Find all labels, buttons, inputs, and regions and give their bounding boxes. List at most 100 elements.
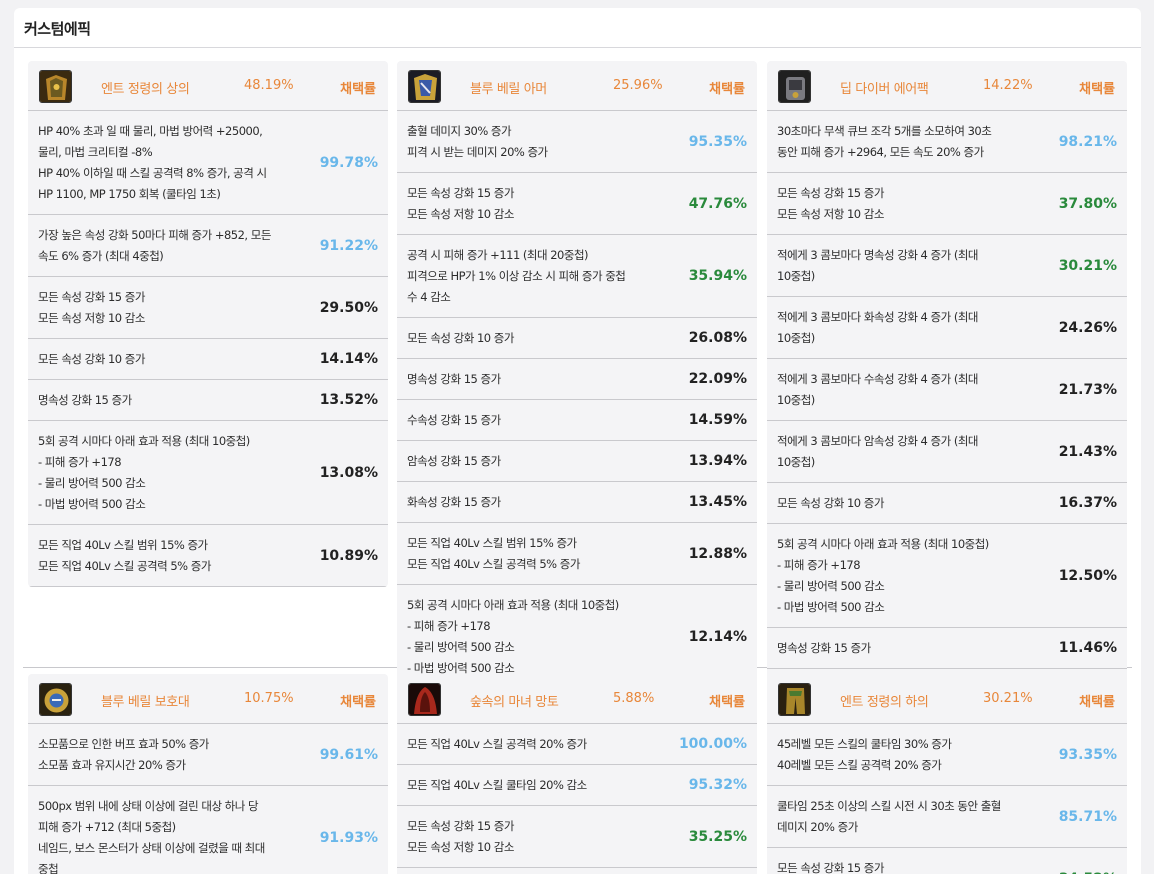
- option-line: 적에게 3 콤보마다 화속성 강화 4 증가 (최대: [777, 310, 979, 324]
- option-row: 적에게 3 콤보마다 명속성 강화 4 증가 (최대 10중첩) 30.21%: [767, 235, 1127, 297]
- option-line: 쿨타임 25초 이상의 스킬 시전 시 30초 동안 출혈: [777, 799, 1001, 813]
- option-list: 모든 직업 40Lv 스킬 공격력 20% 증가 100.00% 모든 직업 40L…: [397, 724, 757, 874]
- option-line: 데미지 20% 증가: [777, 820, 858, 834]
- option-line: 5회 공격 시마다 아래 효과 적용 (최대 10중첩): [407, 598, 619, 612]
- option-text: 모든 속성 강화 10 증가: [407, 328, 672, 349]
- pick-label: 채택률: [1079, 82, 1115, 97]
- option-text: 모든 속성 강화 10 증가: [38, 349, 303, 370]
- item-rate: 14.22%: [983, 78, 1033, 93]
- item-name[interactable]: 엔트 정령의 하의: [840, 691, 929, 710]
- item-card-forest-witch-cloak: 숲속의 마녀 망토 5.88% 채택률 모든 직업 40Lv 스킬 공격력 20…: [397, 674, 757, 874]
- card-header: 엔트 정령의 하의 30.21% 채택률: [767, 674, 1127, 724]
- option-text: 쿨타임 25초 이상의 스킬 시전 시 30초 동안 출혈데미지 20% 증가: [777, 796, 1042, 838]
- option-text: 소모품으로 인한 버프 효과 50% 증가 소모품 효과 유지시간 20% 증가: [38, 734, 303, 776]
- option-line: 모든 직업 40Lv 스킬 범위 15% 증가: [38, 538, 208, 552]
- option-line: 모든 속성 강화 15 증가: [38, 290, 145, 304]
- card-header: 딥 다이버 에어팩 14.22% 채택률: [767, 61, 1127, 111]
- option-line: - 물리 방어력 500 감소: [777, 579, 885, 593]
- option-pick-rate: 99.61%: [319, 746, 378, 763]
- option-line: 모든 속성 저항 10 감소: [407, 840, 514, 854]
- option-row: 45레벨 모든 스킬의 쿨타임 30% 증가 40레벨 모든 스킬 공격력 20%…: [767, 724, 1127, 786]
- option-line: 모든 직업 40Lv 스킬 쿨타임 20% 감소: [407, 778, 587, 792]
- option-text: 모든 직업 40Lv 스킬 범위 15% 증가 모든 직업 40Lv 스킬 공격력…: [407, 533, 672, 575]
- option-line: 45레벨 모든 스킬의 쿨타임 30% 증가: [777, 737, 952, 751]
- option-pick-rate: 12.50%: [1058, 567, 1117, 584]
- option-text: 가장 높은 속성 강화 50마다 피해 증가 +852, 모든 속도 6% 증가 …: [38, 225, 303, 267]
- option-line: 모든 속성 강화 15 증가: [407, 819, 514, 833]
- pick-label: 채택률: [709, 82, 745, 97]
- item-card-blue-beryl-armor: 블루 베릴 아머 25.96% 채택률 출혈 데미지 30% 증가 피격 시 받는…: [397, 61, 757, 689]
- option-text: 30초마다 무색 큐브 조각 5개를 소모하여 30초 동안 피해 증가 +296…: [777, 121, 1042, 163]
- option-row: 적에게 3 콤보마다 암속성 강화 4 증가 (최대 10중첩) 21.43%: [767, 421, 1127, 483]
- option-row: 적에게 3 콤보마다 수속성 강화 4 증가 (최대 10중첩) 21.73%: [767, 359, 1127, 421]
- option-row: 암속성 강화 15 증가 13.94%: [397, 441, 757, 482]
- item-name[interactable]: 블루 베릴 아머: [470, 78, 547, 97]
- option-line: 피격으로 HP가 1% 이상 감소 시 피해 증가 중첩: [407, 269, 626, 283]
- option-line: 5회 공격 시마다 아래 효과 적용 (최대 10중첩): [777, 537, 989, 551]
- option-pick-rate: 98.21%: [1058, 133, 1117, 150]
- option-line: 모든 속성 강화 15 증가: [407, 186, 514, 200]
- item-rate: 10.75%: [244, 691, 294, 706]
- option-line: 암속성 강화 15 증가: [407, 454, 501, 468]
- item-card-blue-beryl-bracer: 블루 베릴 보호대 10.75% 채택률 소모품으로 인한 버프 효과 50% …: [28, 674, 388, 874]
- option-pick-rate: 11.46%: [1058, 640, 1117, 656]
- option-list: 출혈 데미지 30% 증가 피격 시 받는 데미지 20% 증가 95.35% 모든 …: [397, 111, 757, 689]
- option-row: 10회 공격 시마다 무력화 게이지 감소량 10% 증가: [397, 868, 757, 874]
- option-line: 가장 높은 속성 강화 50마다 피해 증가 +852, 모든: [38, 228, 271, 242]
- option-line: 40레벨 모든 스킬 공격력 20% 증가: [777, 758, 942, 772]
- option-line: 동안 피해 증가 +2964, 모든 속도 20% 증가: [777, 145, 984, 159]
- item-name[interactable]: 블루 베릴 보호대: [101, 691, 190, 710]
- option-line: - 피해 증가 +178: [38, 455, 122, 469]
- option-pick-rate: 21.43%: [1058, 443, 1117, 460]
- option-line: 모든 속성 강화 15 증가: [777, 861, 884, 874]
- option-pick-rate: 13.08%: [319, 464, 378, 481]
- item-name[interactable]: 엔트 정령의 상의: [101, 78, 190, 97]
- option-pick-rate: 13.94%: [688, 453, 747, 469]
- option-list: 45레벨 모든 스킬의 쿨타임 30% 증가 40레벨 모든 스킬 공격력 20%…: [767, 724, 1127, 874]
- option-row: 모든 속성 강화 15 증가 모든 속성 저항 10 감소 37.80%: [767, 173, 1127, 235]
- option-pick-rate: 29.50%: [319, 299, 378, 316]
- card-header: 블루 베릴 보호대 10.75% 채택률: [28, 674, 388, 724]
- option-line: 명속성 강화 15 증가: [407, 372, 501, 386]
- option-list: 30초마다 무색 큐브 조각 5개를 소모하여 30초 동안 피해 증가 +296…: [767, 111, 1127, 710]
- card-header: 숲속의 마녀 망토 5.88% 채택률: [397, 674, 757, 724]
- option-line: 네임드, 보스 몬스터가 상태 이상에 걸렸을 때 최대: [38, 841, 265, 855]
- option-line: 모든 속성 강화 10 증가: [38, 352, 145, 366]
- option-pick-rate: 37.80%: [1058, 195, 1117, 212]
- option-line: 적에게 3 콤보마다 암속성 강화 4 증가 (최대: [777, 434, 979, 448]
- option-line: 명속성 강화 15 증가: [38, 393, 132, 407]
- option-line: 10중첩): [777, 393, 815, 407]
- option-pick-rate: 35.94%: [688, 268, 747, 284]
- option-line: 10중첩): [777, 269, 815, 283]
- option-row: 모든 직업 40Lv 스킬 범위 15% 증가 모든 직업 40Lv 스킬 공격력…: [397, 523, 757, 585]
- item-name[interactable]: 숲속의 마녀 망토: [470, 691, 559, 710]
- pick-label: 채택률: [1079, 695, 1115, 710]
- title-divider: [14, 47, 1141, 48]
- option-pick-rate: 13.45%: [688, 494, 747, 510]
- option-pick-rate: 91.93%: [319, 829, 378, 846]
- ent-spirit-top-icon: [39, 70, 72, 103]
- option-line: 공격 시 피해 증가 +111 (최대 20중첩): [407, 248, 589, 262]
- option-pick-rate: 100.00%: [678, 736, 747, 752]
- option-text: 모든 속성 강화 15 증가모든 속성 저항 10 감소: [38, 287, 303, 329]
- pick-label: 채택률: [340, 82, 376, 97]
- option-text: 적에게 3 콤보마다 명속성 강화 4 증가 (최대 10중첩): [777, 245, 1042, 287]
- option-text: 명속성 강화 15 증가: [407, 369, 672, 390]
- option-line: HP 40% 초과 일 때 물리, 마법 방어력 +25000,: [38, 124, 263, 138]
- item-rate: 5.88%: [613, 691, 655, 706]
- option-line: 모든 직업 40Lv 스킬 공격력 5% 증가: [407, 557, 580, 571]
- option-line: 모든 직업 40Lv 스킬 공격력 5% 증가: [38, 559, 211, 573]
- option-row: 화속성 강화 15 증가 13.45%: [397, 482, 757, 523]
- option-pick-rate: 22.09%: [688, 371, 747, 387]
- option-text: 모든 속성 강화 15 증가모든 속성 저항 10 감소: [407, 816, 672, 858]
- option-line: 500px 범위 내에 상태 이상에 걸린 대상 하나 당: [38, 799, 259, 813]
- item-rate: 48.19%: [244, 78, 294, 93]
- option-text: 명속성 강화 15 증가: [777, 638, 1042, 659]
- option-row: 공격 시 피해 증가 +111 (최대 20중첩) 피격으로 HP가 1% 이상 …: [397, 235, 757, 318]
- item-name[interactable]: 딥 다이버 에어팩: [840, 78, 929, 97]
- option-pick-rate: 16.37%: [1058, 495, 1117, 511]
- option-text: 출혈 데미지 30% 증가 피격 시 받는 데미지 20% 증가: [407, 121, 672, 163]
- option-row: 명속성 강화 15 증가 11.46%: [767, 628, 1127, 669]
- option-text: 500px 범위 내에 상태 이상에 걸린 대상 하나 당 피해 증가 +712 …: [38, 796, 303, 874]
- option-pick-rate: 34.52%: [1059, 871, 1117, 874]
